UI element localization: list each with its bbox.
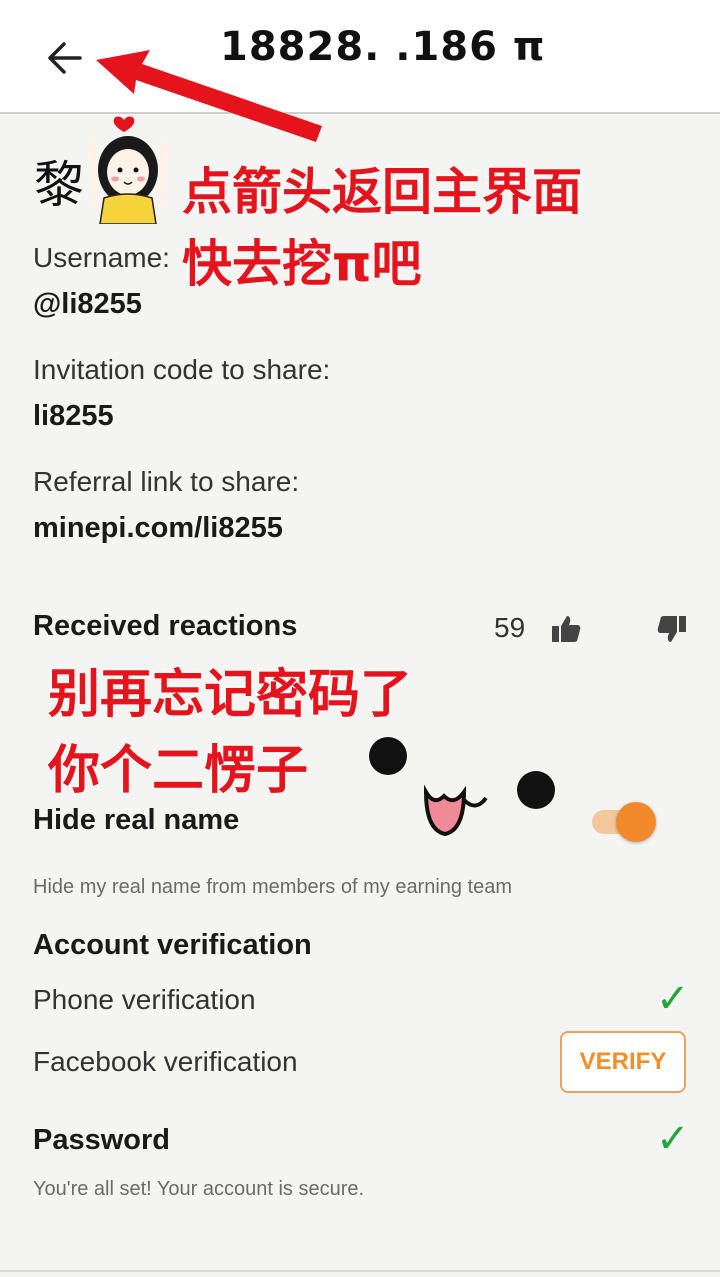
toggle-knob — [616, 802, 656, 842]
arrow-left-icon — [48, 42, 82, 74]
avatar-initial: 黎 — [34, 156, 84, 214]
hide-real-name-heading: Hide real name — [33, 804, 240, 836]
phone-verification-label: Phone verification — [33, 984, 256, 1015]
cute-face-sticker — [369, 737, 555, 837]
thumbs-up-icon — [552, 616, 581, 642]
back-button[interactable] — [36, 30, 96, 86]
thumbs-down-icon — [657, 616, 686, 642]
hide-real-name-toggle[interactable] — [592, 802, 662, 842]
username-label: Username: — [33, 242, 170, 273]
username-value: @li8255 — [33, 288, 142, 320]
pi-balance: 18828. .186 π — [220, 24, 546, 70]
cartoon-girl-sticker — [88, 116, 168, 224]
annotation-mine-hint: 快去挖π吧 — [182, 235, 422, 293]
referral-link-label: Referral link to share: — [33, 466, 300, 497]
password-status-text: You're all set! Your account is secure. — [33, 1178, 365, 1200]
invitation-code-value: li8255 — [33, 400, 114, 432]
bottom-divider — [0, 1270, 720, 1272]
password-check-icon: ✓ — [656, 1116, 690, 1162]
received-reactions-heading: Received reactions — [33, 610, 298, 642]
password-heading: Password — [33, 1124, 170, 1156]
hide-real-name-description: Hide my real name from members of my ear… — [33, 876, 513, 898]
top-bar: 18828. .186 π — [0, 0, 720, 114]
phone-verified-check-icon: ✓ — [656, 976, 690, 1022]
invitation-code-label: Invitation code to share: — [33, 354, 331, 385]
facebook-verification-label: Facebook verification — [33, 1046, 298, 1077]
reaction-count: 59 — [494, 612, 526, 643]
account-verification-heading: Account verification — [33, 929, 312, 961]
annotation-back-hint: 点箭头返回主界面 — [182, 163, 582, 221]
facebook-verify-button[interactable]: VERIFY — [560, 1031, 686, 1093]
annotation-tease: 你个二愣子 — [48, 741, 309, 801]
annotation-password-hint: 别再忘记密码了 — [48, 665, 413, 725]
referral-link-value[interactable]: minepi.com/li8255 — [33, 512, 283, 545]
